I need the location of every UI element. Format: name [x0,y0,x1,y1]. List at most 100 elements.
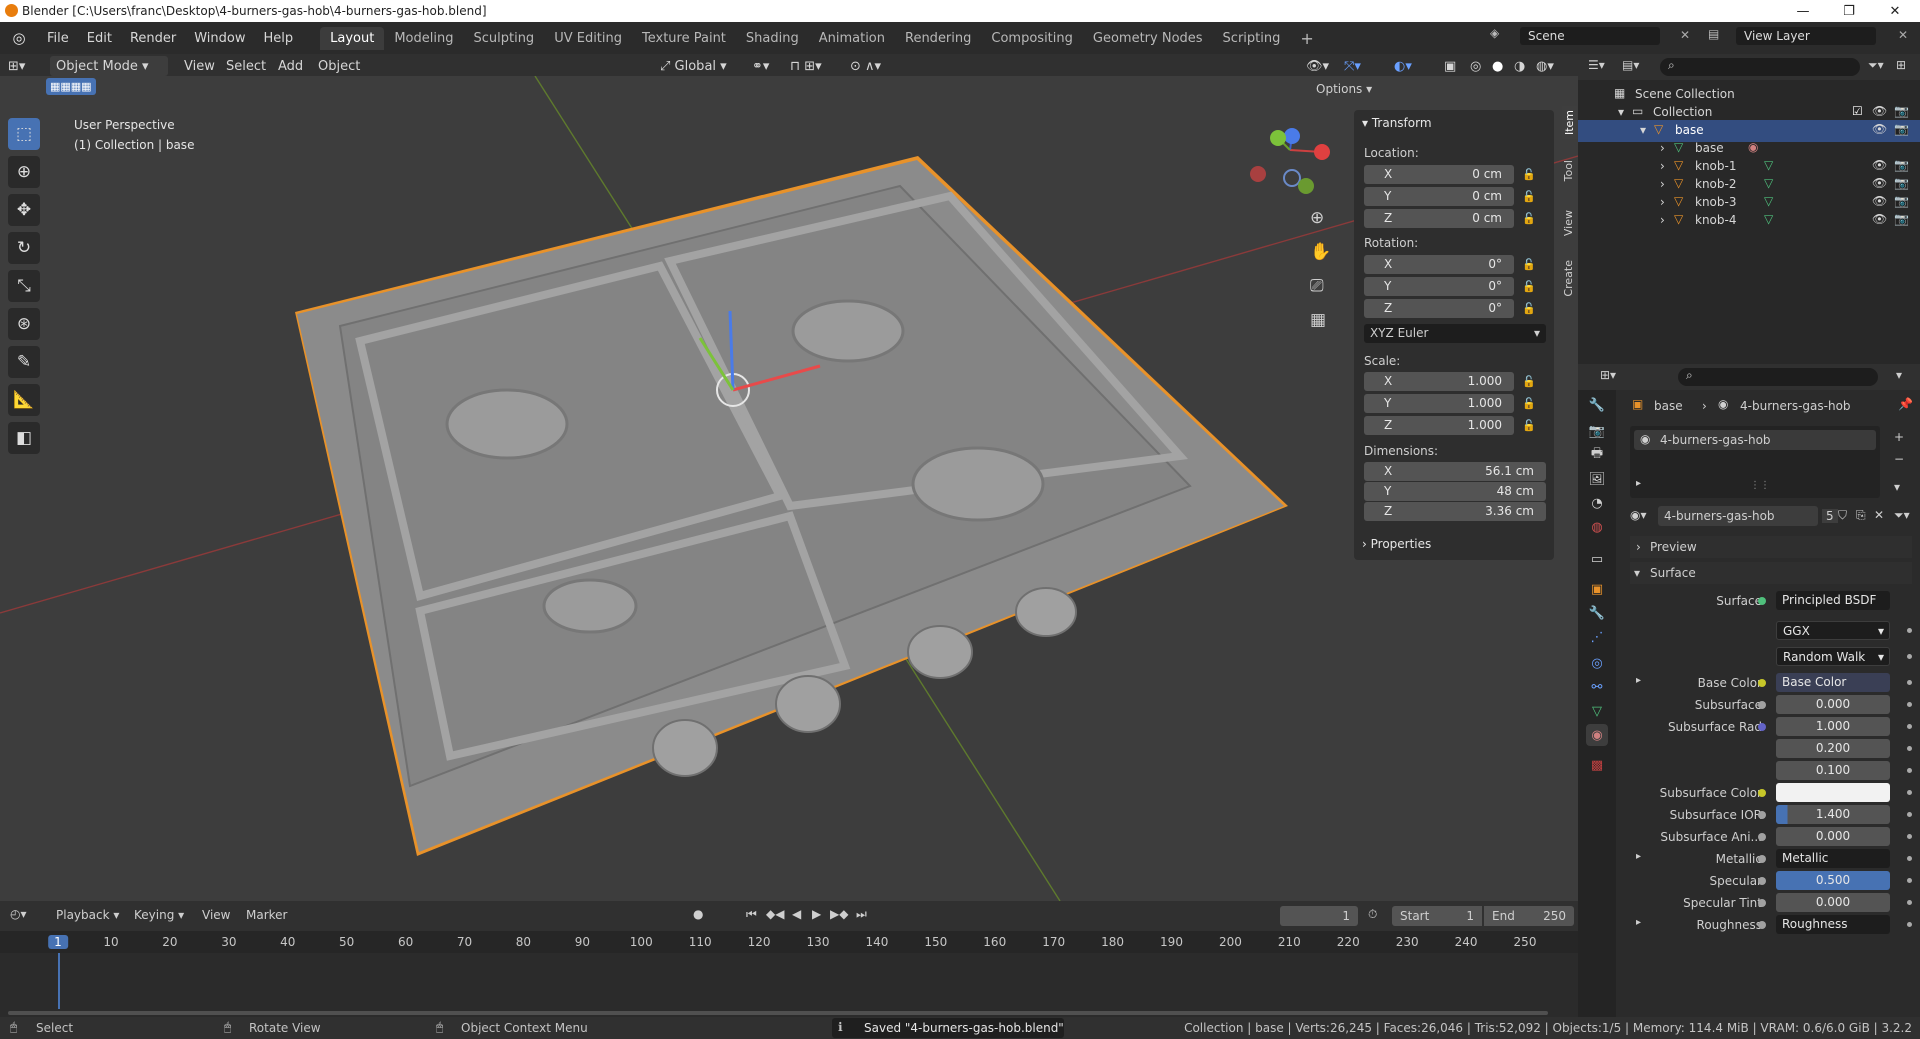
scene-close-icon[interactable]: ✕ [1680,28,1690,42]
keyframe-dot-icon[interactable] [1907,746,1912,751]
checkbox-icon[interactable]: ☑ [1852,104,1863,118]
tab-geometry-nodes[interactable]: Geometry Nodes [1083,27,1213,50]
modifier-properties-icon[interactable]: 🔧 [1586,602,1608,624]
select-box-mode-icon[interactable]: ▦▦▦▦ [46,78,96,95]
render-properties-icon[interactable]: 📷 [1586,420,1608,442]
options-button[interactable]: Options ▾ [1316,82,1372,96]
keyframe-dot-icon[interactable] [1907,834,1912,839]
remove-slot-icon[interactable]: − [1894,452,1904,466]
shader-input-value[interactable]: Metallic [1776,849,1890,868]
lock-icon[interactable]: 🔓 [1522,190,1536,203]
current-frame-field[interactable]: 1 [1280,906,1358,926]
expand-icon[interactable]: ▸ [1636,851,1641,862]
dimensions-z-field[interactable]: Z 3.36 cm [1364,502,1546,521]
render-camera-icon[interactable]: 📷 [1894,176,1909,190]
tab-texture-paint[interactable]: Texture Paint [632,27,736,50]
new-collection-icon[interactable]: ⊞ [1896,58,1906,72]
expand-icon[interactable]: ▸ [1636,675,1641,686]
scale-x-field[interactable]: X 1.000 [1364,372,1514,391]
material-browse-icon[interactable]: ◉▾ [1630,508,1647,522]
lock-icon[interactable]: 🔓 [1522,375,1536,388]
eye-icon[interactable]: 👁 [1872,122,1887,136]
socket-dot-icon[interactable] [1758,701,1766,709]
surface-panel-header[interactable]: ▾ Surface [1630,562,1912,584]
dimensions-x-field[interactable]: X 56.1 cm [1364,462,1546,481]
view-layer-icon[interactable]: ▤ [1708,27,1719,41]
slot-menu-chevron-icon[interactable]: ▾ [1894,480,1900,494]
snap-icon[interactable]: ⊓ ⊞▾ [790,56,822,76]
menu-render[interactable]: Render [121,31,185,46]
socket-dot-icon[interactable] [1758,877,1766,885]
socket-dot-icon[interactable] [1758,921,1766,929]
blender-menu-icon[interactable]: ◎ [0,29,38,47]
menu-window[interactable]: Window [185,31,254,46]
rotate-tool-icon[interactable]: ↻ [8,232,40,264]
eye-icon[interactable]: 👁 [1872,104,1887,118]
physics-properties-icon[interactable]: ◎ [1586,652,1608,674]
collection-properties-icon[interactable]: ▭ [1586,548,1608,570]
keyframe-dot-icon[interactable] [1907,768,1912,773]
next-keyframe-icon[interactable]: ▶◆ [830,907,848,921]
lock-icon[interactable]: 🔓 [1522,280,1536,293]
location-x-field[interactable]: X 0 cm [1364,165,1514,184]
shader-input-value[interactable]: 1.000 [1776,717,1890,736]
keyframe-dot-icon[interactable] [1907,878,1912,883]
keyframe-dot-icon[interactable] [1907,856,1912,861]
pan-hand-icon[interactable]: ✋ [1310,242,1331,262]
material-shading-icon[interactable]: ◑ [1514,56,1525,76]
lock-icon[interactable]: 🔓 [1522,302,1536,315]
menu-select[interactable]: Select [226,56,266,76]
shader-input-value[interactable]: 0.000 [1776,827,1890,846]
rendered-shading-icon[interactable]: ◍▾ [1536,56,1554,76]
tab-view[interactable]: View [1562,210,1575,236]
shader-input-value[interactable]: 0.000 [1776,695,1890,714]
view-layer-close-icon[interactable]: ✕ [1898,28,1908,42]
material-filter-icon[interactable]: ⏷▾ [1894,508,1910,523]
keyframe-dot-icon[interactable] [1907,680,1912,685]
expand-icon[interactable]: ▸ [1636,917,1641,928]
add-cube-tool-icon[interactable]: ◧ [8,422,40,454]
stopwatch-icon[interactable]: ⏱ [1368,907,1377,922]
rotation-mode-dropdown[interactable]: XYZ Euler ▾ [1364,324,1546,343]
keyframe-dot-icon[interactable] [1907,790,1912,795]
transform-panel-header[interactable]: ▾ Transform [1362,116,1432,130]
prev-keyframe-icon[interactable]: ◆◀ [766,907,784,921]
tab-create[interactable]: Create [1562,260,1575,297]
material-properties-icon[interactable]: ◉ [1586,724,1608,746]
select-box-tool-icon[interactable]: ⬚ [8,118,40,150]
shader-input-value[interactable]: 0.500 [1776,871,1890,890]
material-slot-row[interactable]: ◉ 4-burners-gas-hob [1634,430,1876,450]
tab-shading[interactable]: Shading [736,27,809,50]
render-camera-icon[interactable]: 📷 [1894,122,1909,136]
play-icon[interactable]: ▶ [812,907,821,921]
timeline-track-area[interactable] [0,953,1578,1009]
lock-icon[interactable]: 🔓 [1522,258,1536,271]
minimize-button[interactable]: — [1780,0,1826,22]
material-name-field[interactable]: 4-burners-gas-hob [1658,506,1818,526]
jump-end-icon[interactable]: ⏭ [856,907,867,922]
rotation-y-field[interactable]: Y 0° [1364,277,1514,296]
menu-marker[interactable]: Marker [246,908,287,922]
visibility-icon[interactable]: 👁▾ [1306,56,1329,76]
timeline-ruler[interactable]: 1 10 20 30 40 50 60 70 80 90 100 110 120 130 140 150 160… [0,931,1578,953]
surface-shader-selector[interactable]: Principled BSDF [1776,591,1890,610]
lock-icon[interactable]: 🔓 [1522,168,1536,181]
scene-icon[interactable]: ◈ [1490,26,1499,40]
record-button-icon[interactable]: ● [693,907,703,921]
shader-input-value[interactable]: 0.200 [1776,739,1890,758]
filter-icon[interactable]: ⏷▾ [1868,58,1884,73]
dimensions-y-field[interactable]: Y 48 cm [1364,482,1546,501]
tab-animation[interactable]: Animation [809,27,895,50]
grid-perspective-icon[interactable]: ▦ [1310,310,1326,330]
expand-icon[interactable]: › [1660,141,1665,155]
keyframe-dot-icon[interactable] [1907,812,1912,817]
expand-icon[interactable]: › [1660,213,1665,227]
chevron-down-icon[interactable]: ▾ [1896,368,1902,382]
tab-compositing[interactable]: Compositing [981,27,1083,50]
rotation-z-field[interactable]: Z 0° [1364,299,1514,318]
distribution-dropdown[interactable]: GGX ▾ [1776,621,1890,640]
render-camera-icon[interactable]: 📷 [1894,212,1909,226]
shader-input-value[interactable]: 0.100 [1776,761,1890,780]
tool-settings-icon[interactable]: 🔧 [1586,394,1608,416]
constraints-properties-icon[interactable]: ⚯ [1586,676,1608,698]
